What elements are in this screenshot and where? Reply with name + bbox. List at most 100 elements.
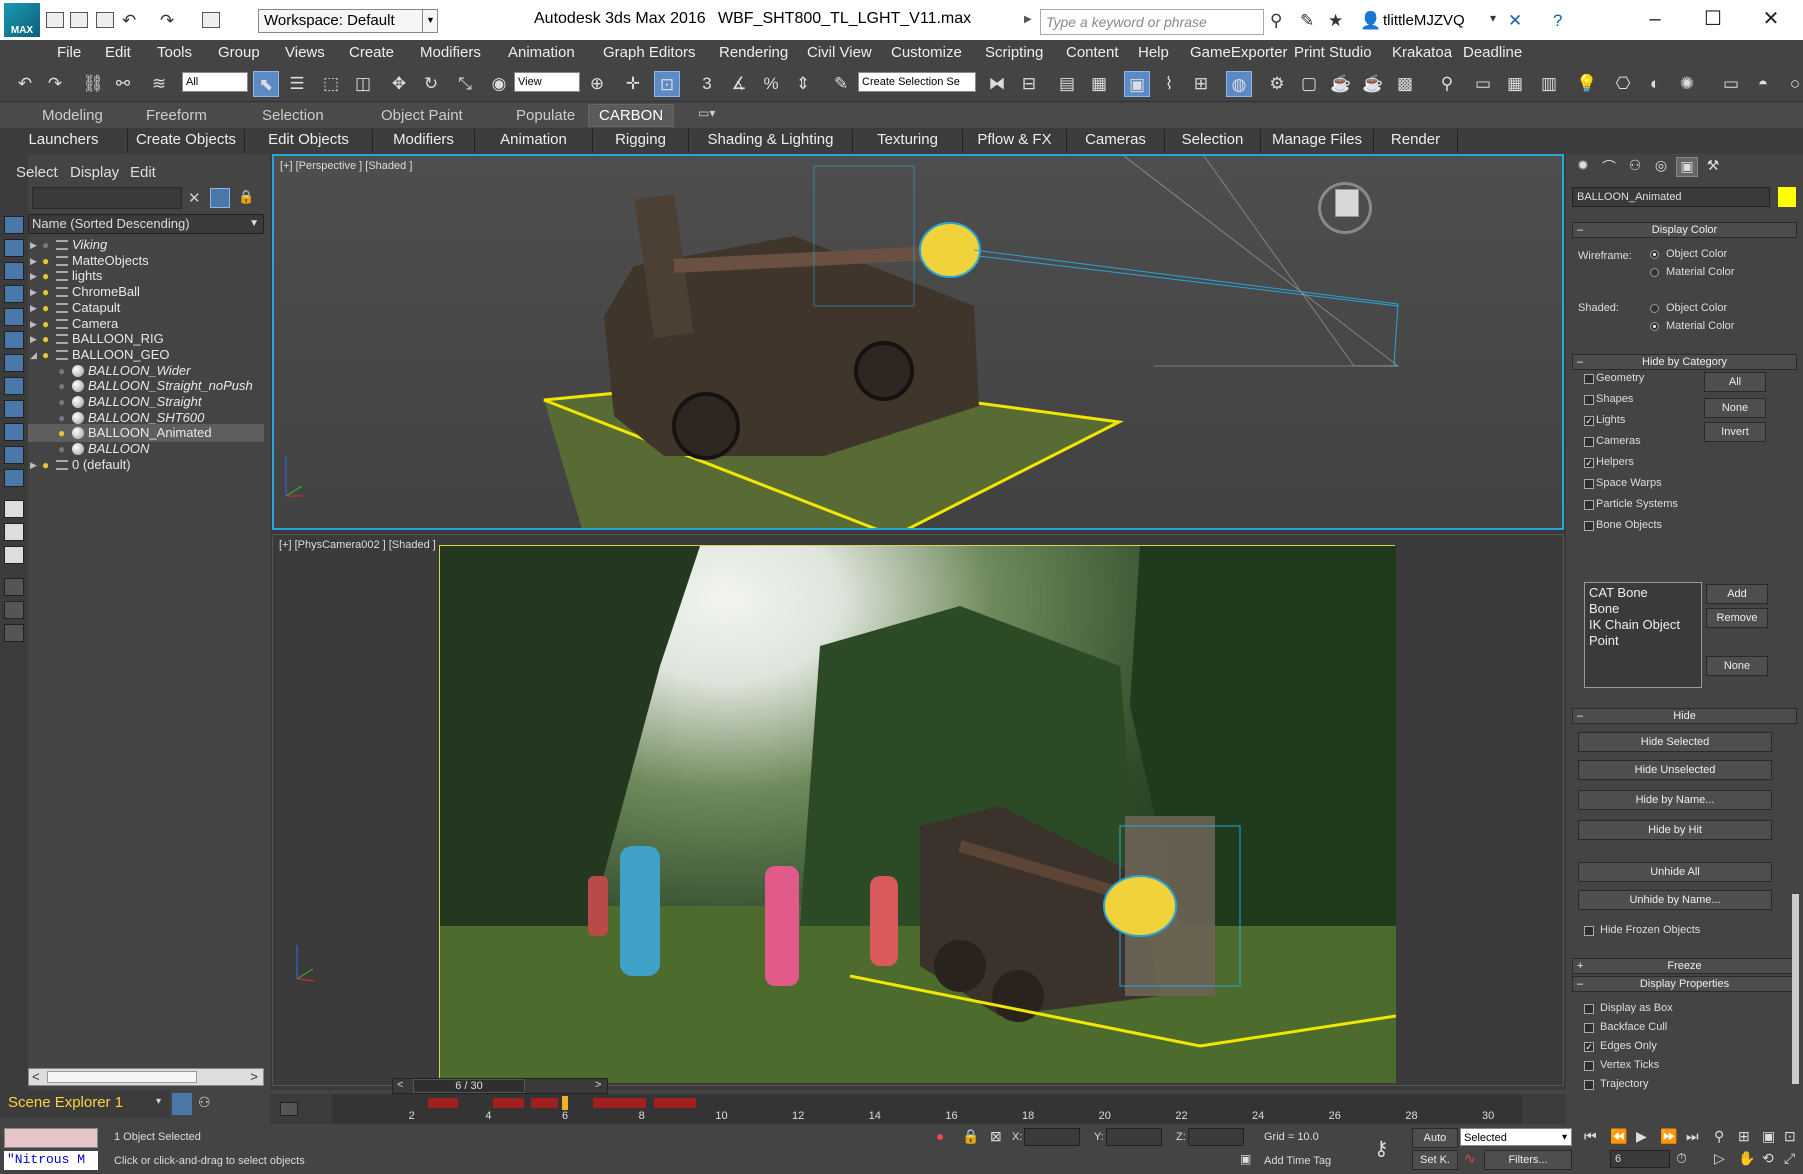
- y-coordinate-field[interactable]: [1106, 1128, 1162, 1146]
- display-property-checkbox[interactable]: ✓: [1584, 1042, 1594, 1052]
- display-shapes-icon[interactable]: [4, 239, 24, 257]
- filter-toggle-icon[interactable]: [210, 188, 230, 208]
- angle-snap-icon[interactable]: ∡: [726, 71, 752, 97]
- category-checkbox[interactable]: ✓: [1584, 458, 1594, 468]
- auto-key-button[interactable]: Auto: [1412, 1128, 1458, 1148]
- percent-snap-icon[interactable]: %: [758, 71, 784, 97]
- key-filters-curve-icon[interactable]: ∿: [1464, 1150, 1476, 1167]
- rendered-frame-icon[interactable]: ▢: [1296, 71, 1322, 97]
- save-file-icon[interactable]: [96, 12, 114, 28]
- category-invert-button[interactable]: Invert: [1704, 422, 1766, 442]
- menu-krakatoa[interactable]: Krakatoa: [1392, 44, 1452, 61]
- close-button[interactable]: ✕: [1746, 6, 1796, 34]
- undo-icon[interactable]: ↶: [122, 11, 136, 31]
- display-groups-icon[interactable]: [4, 354, 24, 372]
- app-logo[interactable]: MAX: [4, 3, 40, 37]
- hierarchy-icon[interactable]: [4, 624, 24, 642]
- chevron-down-icon[interactable]: ▾: [1490, 11, 1496, 25]
- workspace-dropdown[interactable]: Workspace: Default: [258, 9, 438, 33]
- rollout-display-color[interactable]: – Display Color: [1572, 222, 1797, 238]
- mini-curve-editor-icon[interactable]: [280, 1102, 298, 1116]
- scroll-right-icon[interactable]: >: [250, 1069, 258, 1084]
- add-time-tag-text[interactable]: Add Time Tag: [1264, 1155, 1331, 1167]
- display-frozen-icon[interactable]: [4, 446, 24, 464]
- maxscript-listener-input[interactable]: "Nitrous M: [4, 1151, 98, 1170]
- shaded-material-color-radio[interactable]: [1650, 322, 1659, 331]
- menu-group[interactable]: Group: [218, 44, 260, 61]
- zoom-extents-all-icon[interactable]: ⊡: [1784, 1128, 1796, 1145]
- motion-tab-icon[interactable]: ◎: [1650, 157, 1672, 177]
- display-cameras-icon[interactable]: [4, 285, 24, 303]
- display-lights-icon[interactable]: [4, 262, 24, 280]
- field-of-view-icon[interactable]: ▷: [1714, 1150, 1725, 1167]
- zoom-icon[interactable]: ⚲: [1714, 1128, 1724, 1145]
- rollout-freeze[interactable]: + Freeze: [1572, 958, 1797, 974]
- tab-object-paint[interactable]: Object Paint: [381, 107, 463, 124]
- panel-scrollbar[interactable]: [1792, 894, 1799, 1084]
- utilities-tab-icon[interactable]: ⚒: [1702, 157, 1724, 177]
- menu-edit[interactable]: Edit: [105, 44, 131, 61]
- select-and-link-icon[interactable]: ⛓: [80, 71, 106, 97]
- select-object-icon[interactable]: ⬉: [253, 71, 279, 97]
- material-editor-icon[interactable]: ◍: [1226, 71, 1252, 97]
- spinner-snap-icon[interactable]: ⇕: [790, 71, 816, 97]
- keyframe-marker[interactable]: [427, 1098, 459, 1108]
- render-iterative-icon[interactable]: ☕: [1360, 71, 1386, 97]
- maximize-button[interactable]: ☐: [1688, 6, 1738, 34]
- category-list-item[interactable]: IK Chain Object: [1589, 617, 1697, 633]
- zoom-extents-icon[interactable]: ▣: [1762, 1128, 1775, 1145]
- pan-view-icon[interactable]: ✋: [1738, 1150, 1755, 1167]
- select-and-rotate-icon[interactable]: ↻: [418, 71, 444, 97]
- track-bar-ruler[interactable]: 2 4 6 8 10 12 14 16 18 20 22 24 26 28 30: [332, 1094, 1522, 1124]
- particle-icon[interactable]: ✺: [1674, 71, 1700, 97]
- column-header-name[interactable]: Name (Sorted Descending) ▼: [28, 214, 264, 234]
- current-frame-field[interactable]: 6: [1610, 1150, 1670, 1168]
- edit-named-selection-icon[interactable]: ✎: [828, 71, 854, 97]
- category-none-button[interactable]: None: [1704, 398, 1766, 418]
- subtab-render[interactable]: Render: [1374, 129, 1458, 153]
- time-slider[interactable]: < 6 / 30 >: [392, 1078, 608, 1094]
- menu-customize[interactable]: Customize: [891, 44, 962, 61]
- display-helpers-icon[interactable]: [4, 308, 24, 326]
- key-mode-dropdown[interactable]: Selected ▾: [1460, 1128, 1572, 1146]
- subtab-edit-objects[interactable]: Edit Objects: [245, 129, 373, 153]
- go-to-start-icon[interactable]: ⏮: [1584, 1128, 1597, 1145]
- chevron-right-icon[interactable]: ▶: [1024, 14, 1032, 25]
- menu-gameexporter[interactable]: GameExporter: [1190, 44, 1288, 61]
- filter-icon[interactable]: [4, 578, 24, 596]
- zoom-all-icon[interactable]: ⊞: [1738, 1128, 1750, 1145]
- menu-help[interactable]: Help: [1138, 44, 1169, 61]
- bind-space-warp-icon[interactable]: ≋: [146, 71, 172, 97]
- select-and-move-icon[interactable]: ✥: [386, 71, 412, 97]
- scene-explorer-name[interactable]: Scene Explorer 1: [8, 1094, 123, 1111]
- unhide-all-button[interactable]: Unhide All: [1578, 862, 1772, 882]
- menu-edit[interactable]: Edit: [130, 164, 156, 181]
- render-frame-window-icon[interactable]: ⚲: [1434, 71, 1460, 97]
- ribbon-options-icon[interactable]: ▭▾: [698, 106, 715, 120]
- subtab-manage-files[interactable]: Manage Files: [1261, 129, 1374, 153]
- mirror-icon[interactable]: ⧓: [984, 71, 1010, 97]
- menu-select[interactable]: Select: [16, 164, 58, 181]
- render-viewport-icon[interactable]: ▭: [1470, 71, 1496, 97]
- subtab-texturing[interactable]: Texturing: [853, 129, 963, 153]
- menu-print-studio[interactable]: Print Studio: [1294, 44, 1372, 61]
- pivot-center-icon[interactable]: ⊕: [584, 71, 610, 97]
- render-production-icon[interactable]: ☕: [1328, 71, 1354, 97]
- sun-icon[interactable]: ◐: [1642, 71, 1668, 97]
- select-and-place-icon[interactable]: ◉: [486, 71, 512, 97]
- redo-icon[interactable]: ↷: [160, 11, 174, 31]
- wireframe-material-color-radio[interactable]: [1650, 268, 1659, 277]
- display-none-icon[interactable]: [4, 523, 24, 541]
- hierarchy-tab-icon[interactable]: ⚇: [1624, 157, 1646, 177]
- help-icon[interactable]: ?: [1553, 11, 1562, 31]
- menu-tools[interactable]: Tools: [157, 44, 192, 61]
- snaps-toggle-icon[interactable]: 3: [694, 71, 720, 97]
- wireframe-object-color-radio[interactable]: [1650, 250, 1659, 259]
- scroll-left-icon[interactable]: <: [32, 1069, 40, 1084]
- object-name-field[interactable]: BALLOON_Animated: [1572, 187, 1770, 207]
- category-list-none-button[interactable]: None: [1706, 656, 1768, 676]
- display-property-checkbox[interactable]: [1584, 1080, 1594, 1090]
- set-key-button[interactable]: Set K.: [1412, 1150, 1458, 1170]
- subtab-selection[interactable]: Selection: [1165, 129, 1261, 153]
- minimize-button[interactable]: –: [1630, 6, 1680, 34]
